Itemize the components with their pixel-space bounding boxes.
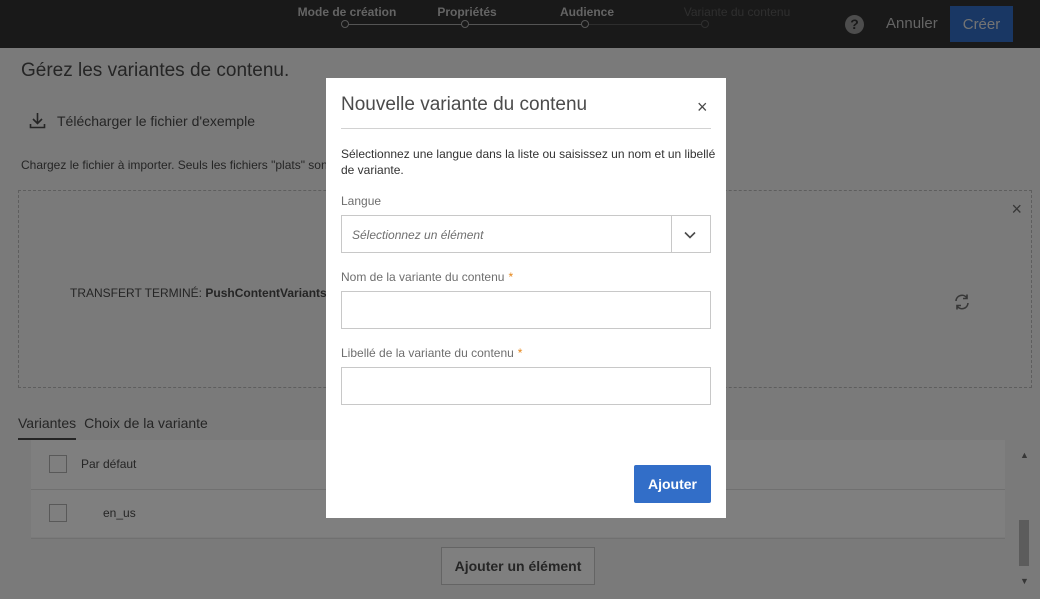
language-select[interactable]: Sélectionnez un élément: [341, 215, 711, 253]
required-marker: *: [508, 270, 514, 284]
libelle-label-text: Libellé de la variante du contenu: [341, 346, 514, 360]
dialog-description: Sélectionnez une langue dans la liste ou…: [341, 147, 716, 177]
required-marker: *: [517, 346, 523, 360]
libelle-label: Libellé de la variante du contenu *: [341, 346, 522, 360]
language-placeholder: Sélectionnez un élément: [352, 228, 484, 242]
chevron-down-icon[interactable]: [683, 228, 697, 242]
language-label: Langue: [341, 194, 382, 208]
select-divider: [671, 216, 672, 252]
name-label-text: Nom de la variante du contenu: [341, 270, 505, 284]
dialog-divider: [341, 128, 711, 129]
variant-libelle-input[interactable]: [341, 367, 711, 405]
new-variant-dialog: Nouvelle variante du contenu × Sélection…: [326, 78, 726, 518]
dialog-title: Nouvelle variante du contenu: [341, 94, 588, 115]
name-label: Nom de la variante du contenu *: [341, 270, 513, 284]
close-icon[interactable]: ×: [697, 97, 708, 118]
add-button[interactable]: Ajouter: [634, 465, 711, 503]
variant-name-input[interactable]: [341, 291, 711, 329]
